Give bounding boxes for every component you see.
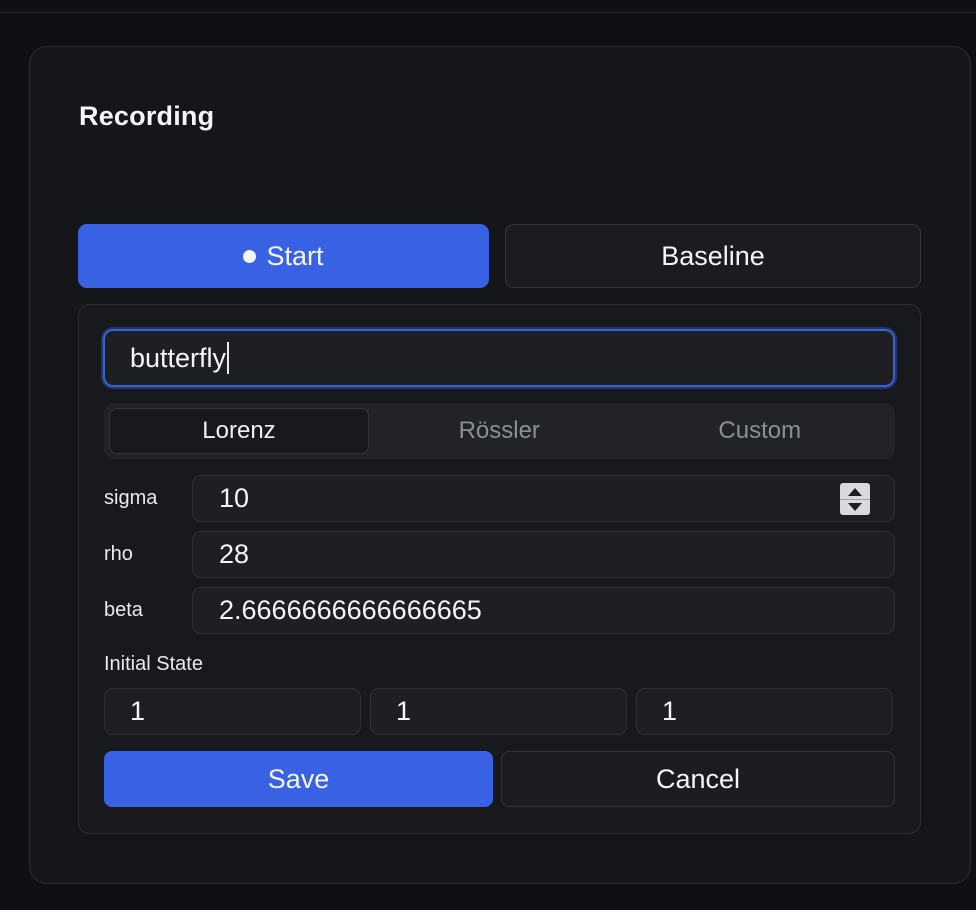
save-button-label: Save — [267, 763, 330, 794]
initial-state-z-value: 1 — [662, 696, 678, 726]
recording-name-value: butterfly — [130, 342, 227, 373]
panel-title: Recording — [79, 101, 215, 131]
initial-state-y-input[interactable]: 1 — [370, 688, 627, 735]
save-button[interactable]: Save — [104, 751, 493, 807]
recording-name-input[interactable]: butterfly — [103, 329, 895, 387]
initial-state-y-value: 1 — [396, 696, 412, 726]
baseline-button[interactable]: Baseline — [505, 224, 921, 288]
param-label-rho: rho — [104, 543, 133, 565]
stepper-down-icon[interactable] — [848, 502, 862, 511]
param-value-rho: 28 — [219, 539, 250, 569]
top-divider — [0, 12, 976, 13]
param-value-sigma: 10 — [219, 483, 250, 513]
param-value-beta: 2.6666666666666665 — [219, 595, 482, 625]
cancel-button[interactable]: Cancel — [501, 751, 895, 807]
tab-custom[interactable]: Custom — [630, 408, 891, 454]
param-input-sigma[interactable]: 10 — [192, 475, 895, 522]
stepper-up-icon[interactable] — [848, 487, 862, 496]
param-input-beta[interactable]: 2.6666666666666665 — [192, 587, 895, 634]
recording-config-form: butterfly Lorenz Rössler Custom sigma 10… — [78, 304, 921, 834]
initial-state-x-value: 1 — [130, 696, 146, 726]
param-input-rho[interactable]: 28 — [192, 531, 895, 578]
param-label-sigma: sigma — [104, 487, 158, 509]
start-button-label: Start — [266, 240, 324, 271]
stepper-divider — [840, 498, 870, 500]
initial-state-x-input[interactable]: 1 — [104, 688, 361, 735]
text-caret — [227, 342, 230, 374]
record-dot-icon — [243, 249, 257, 263]
recording-panel: Recording Start Baseline butterfly Loren… — [29, 46, 971, 884]
tab-lorenz[interactable]: Lorenz — [109, 408, 369, 454]
initial-state-label: Initial State — [104, 653, 203, 675]
cancel-button-label: Cancel — [655, 763, 741, 794]
tab-rossler[interactable]: Rössler — [369, 408, 630, 454]
start-button[interactable]: Start — [78, 224, 489, 288]
initial-state-z-input[interactable]: 1 — [636, 688, 893, 735]
system-tabs: Lorenz Rössler Custom — [104, 403, 895, 459]
param-label-beta: beta — [104, 599, 143, 621]
baseline-button-label: Baseline — [661, 240, 765, 271]
number-stepper-icon[interactable] — [840, 483, 870, 515]
